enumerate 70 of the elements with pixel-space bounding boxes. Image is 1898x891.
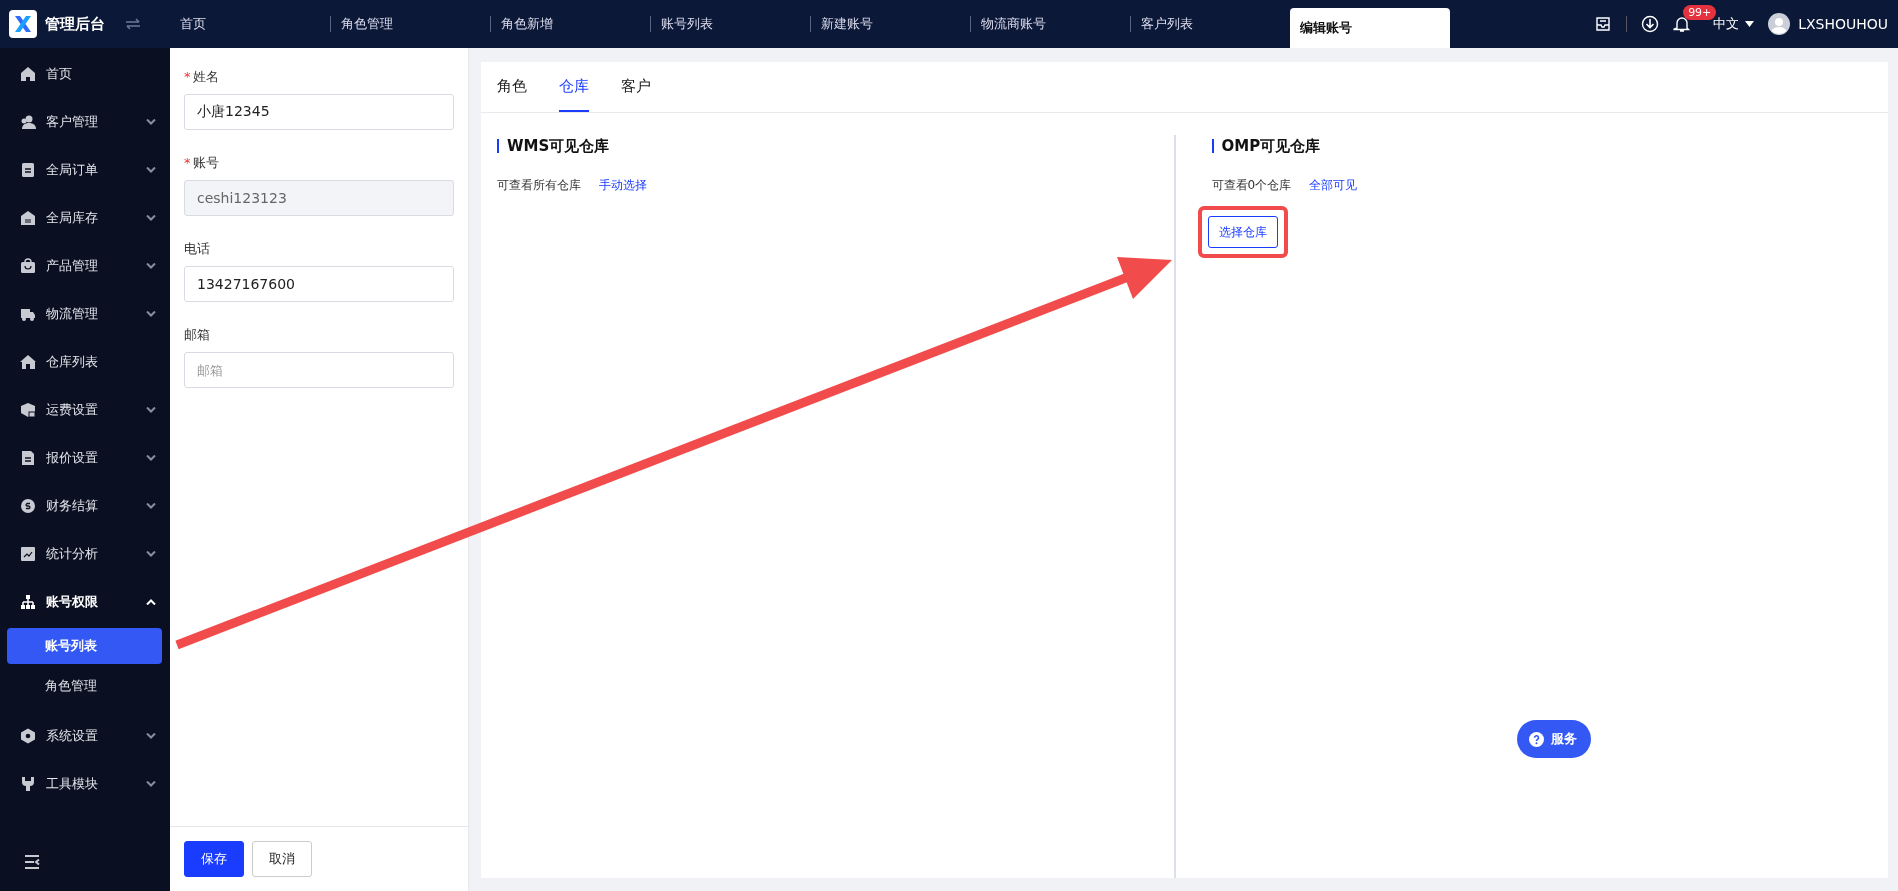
logo-icon [9, 10, 37, 38]
sidebar-item[interactable]: 运费设置 [0, 386, 170, 434]
home-icon [20, 66, 36, 82]
sidebar-item[interactable]: 首页 [0, 50, 170, 98]
warehouse-icon [20, 210, 36, 226]
inbox-icon[interactable] [1594, 15, 1613, 33]
input-field[interactable]: 13427167600 [184, 266, 454, 302]
sidebar-item[interactable]: 财务结算 [0, 482, 170, 530]
swap-icon[interactable] [125, 18, 141, 30]
cancel-button[interactable]: 取消 [252, 841, 312, 877]
link[interactable]: 手动选择 [599, 177, 647, 194]
sidebar-item[interactable]: 账号权限 [0, 578, 170, 626]
collapse-menu-icon[interactable] [24, 855, 40, 869]
document-icon [20, 450, 36, 466]
tab[interactable]: 仓库 [559, 62, 589, 112]
save-button[interactable]: 保存 [184, 841, 244, 877]
field-label: *姓名 [184, 68, 220, 86]
sidebar-subitem[interactable]: 账号列表 [7, 628, 162, 664]
section-title: WMS可见仓库 [497, 139, 610, 153]
tab[interactable]: 编辑账号 [1290, 8, 1450, 48]
tab[interactable]: 新建账号 [811, 0, 970, 48]
caret-icon [1745, 21, 1755, 27]
sidebar-item[interactable]: 全局订单 [0, 146, 170, 194]
sidebar-item[interactable]: 仓库列表 [0, 338, 170, 386]
link[interactable]: 全部可见 [1309, 177, 1358, 194]
service-button[interactable]: 服务 [1517, 720, 1591, 758]
tab[interactable]: 角色管理 [331, 0, 490, 48]
input-field[interactable]: 邮箱 [184, 352, 454, 388]
summary-text: 可查看0个仓库 [1211, 177, 1292, 194]
tab[interactable]: 账号列表 [651, 0, 810, 48]
hierarchy-icon [20, 594, 36, 610]
package-icon [20, 402, 36, 418]
tab[interactable]: 首页 [170, 0, 330, 48]
username: LXSHOUHOU [1798, 16, 1888, 32]
download-icon[interactable] [1641, 15, 1660, 33]
sidebar-item[interactable]: 客户管理 [0, 98, 170, 146]
summary-text: 可查看所有仓库 [497, 177, 581, 194]
truck-icon [20, 306, 36, 322]
coin-icon [20, 498, 36, 514]
avatar-icon[interactable] [1768, 13, 1791, 35]
clipboard-icon [20, 162, 36, 178]
tab[interactable]: 客户 [621, 62, 651, 112]
wrench-icon [20, 776, 36, 792]
select-warehouse-button[interactable]: 选择仓库 [1207, 216, 1278, 248]
sidebar-subitem[interactable]: 角色管理 [7, 668, 162, 704]
sidebar-item[interactable]: 工具模块 [0, 760, 170, 808]
notification-badge: 99+ [1683, 5, 1717, 20]
sidebar-item[interactable]: 产品管理 [0, 242, 170, 290]
field-label: *账号 [184, 154, 220, 172]
hexagon-icon [20, 728, 36, 744]
user-icon [20, 114, 36, 130]
bell-icon[interactable] [1673, 15, 1692, 33]
app-title: 管理后台 [45, 14, 105, 34]
chart-icon [20, 546, 36, 562]
tab[interactable]: 角色 [497, 62, 527, 112]
field-label: 电话 [184, 240, 211, 258]
sidebar-item[interactable]: 系统设置 [0, 712, 170, 760]
tab[interactable]: 物流商账号 [971, 0, 1130, 48]
house-icon [20, 354, 36, 370]
sidebar-item[interactable]: 报价设置 [0, 434, 170, 482]
section-title: OMP可见仓库 [1211, 139, 1321, 153]
help-icon [1529, 731, 1544, 747]
tab[interactable]: 客户列表 [1131, 0, 1290, 48]
sidebar-item[interactable]: 统计分析 [0, 530, 170, 578]
tab[interactable]: 角色新增 [491, 0, 650, 48]
bag-icon [20, 258, 36, 274]
input-field[interactable]: 小唐12345 [184, 94, 454, 130]
field-label: 邮箱 [184, 326, 211, 344]
sidebar-item[interactable]: 全局库存 [0, 194, 170, 242]
sidebar-item[interactable]: 物流管理 [0, 290, 170, 338]
